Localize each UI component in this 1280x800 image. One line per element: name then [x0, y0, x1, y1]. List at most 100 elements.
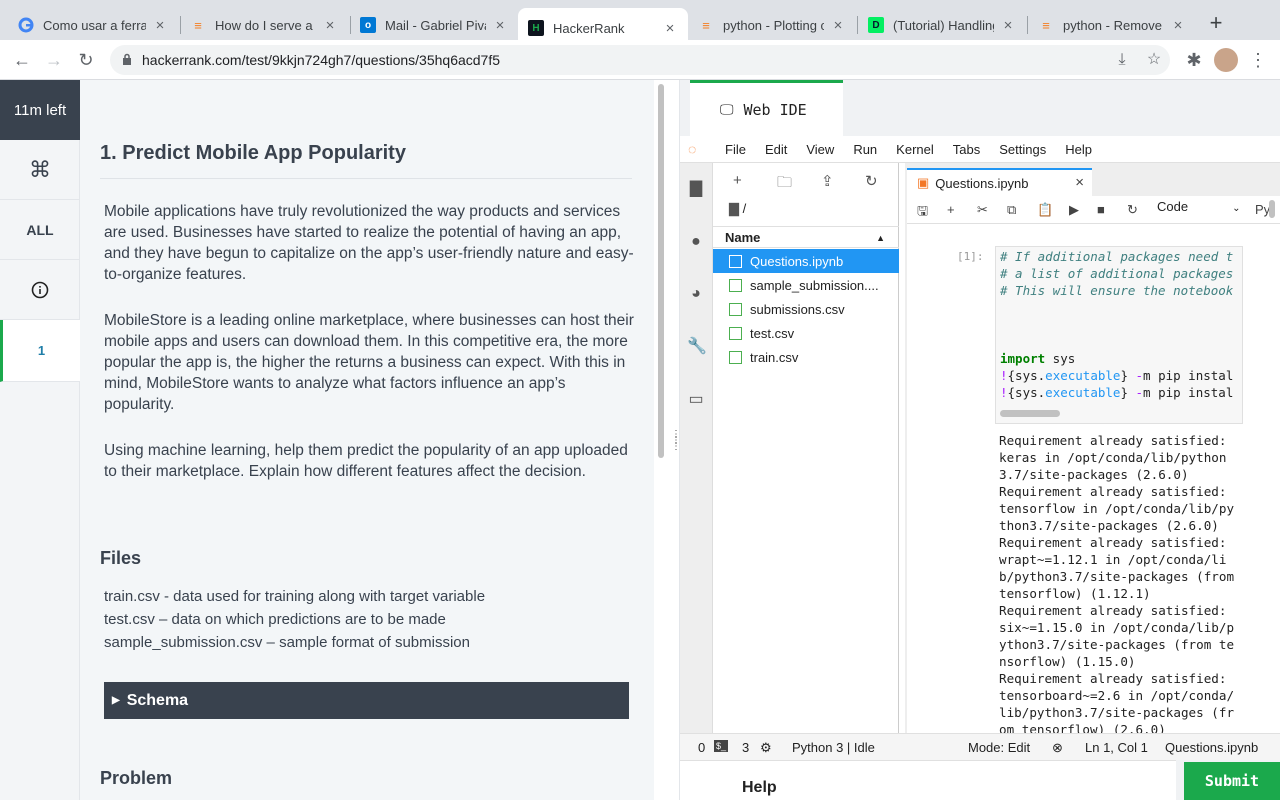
- question-1-button[interactable]: 1: [0, 320, 80, 382]
- tab-web-ide[interactable]: 🖵 Web IDE: [690, 80, 843, 136]
- cell-type-value: Code: [1157, 199, 1189, 214]
- notebook-panel: 🖫 + ✂ ⧉ 📋 ▶ ■ ↻ Code ⌄ Pyt [1]: # If addi…: [907, 196, 1280, 737]
- palette-icon[interactable]: ◕: [687, 285, 705, 303]
- menu-edit[interactable]: Edit: [765, 142, 787, 157]
- tabs-icon[interactable]: ▭: [687, 391, 705, 409]
- jupyter-logo-icon: ◌: [688, 141, 697, 157]
- active-file: Questions.ipynb: [1165, 740, 1259, 755]
- browser-tab[interactable]: ≡ python - Remove c ×: [1028, 8, 1196, 42]
- close-icon[interactable]: ×: [662, 20, 678, 37]
- close-icon[interactable]: ×: [492, 17, 508, 34]
- upload-icon[interactable]: ⇪: [821, 172, 834, 190]
- notebook-toolbar: 🖫 + ✂ ⧉ 📋 ▶ ■ ↻ Code ⌄ Pyt: [907, 196, 1280, 224]
- all-questions-button[interactable]: ALL: [0, 200, 80, 260]
- sort-caret-icon: ▲: [876, 233, 885, 243]
- back-icon[interactable]: ←: [10, 48, 34, 72]
- folder-icon[interactable]: ▇: [687, 180, 705, 198]
- restart-icon[interactable]: ↻: [1127, 202, 1138, 218]
- reload-icon[interactable]: ↻: [74, 48, 98, 72]
- close-icon[interactable]: ×: [1170, 17, 1186, 34]
- scrollbar-thumb[interactable]: [658, 84, 664, 458]
- save-icon[interactable]: 🖫: [917, 202, 928, 224]
- question-rail: 11m left ⌘ ALL 1: [0, 80, 80, 800]
- file-item[interactable]: test.csv: [713, 321, 899, 345]
- status-bar: 0 $_ 3 ⚙ Python 3 | Idle Mode: Edit ⊗ Ln…: [680, 733, 1280, 760]
- new-launcher-icon[interactable]: +: [733, 172, 742, 189]
- browser-tab[interactable]: o Mail - Gabriel Piva ×: [350, 8, 518, 42]
- editor-mode: Mode: Edit: [968, 740, 1031, 755]
- close-icon[interactable]: ×: [1000, 17, 1016, 34]
- file-item[interactable]: Questions.ipynb: [713, 249, 899, 273]
- close-icon[interactable]: ×: [830, 17, 846, 34]
- help-panel[interactable]: Help: [680, 760, 1176, 800]
- question-paragraph: MobileStore is a leading online marketpl…: [104, 312, 634, 413]
- cell-type-select[interactable]: Code ⌄: [1157, 199, 1240, 214]
- menu-file[interactable]: File: [725, 142, 746, 157]
- resize-grip-icon[interactable]: ⋮⋮⋮⋮⋮⋮: [671, 430, 691, 468]
- question-title: 1. Predict Mobile App Popularity: [100, 142, 406, 164]
- browser-toolbar: ← → ↻ hackerrank.com/test/9kkjn724gh7/qu…: [0, 40, 1280, 80]
- submit-button[interactable]: Submit: [1184, 762, 1280, 800]
- file-description: test.csv – data on which predictions are…: [104, 611, 446, 628]
- google-icon: [18, 17, 34, 33]
- kernel-status[interactable]: Python 3 | Idle: [792, 740, 875, 755]
- browser-tab[interactable]: ≡ python - Plotting c ×: [688, 8, 856, 42]
- run-icon[interactable]: ▶: [1069, 202, 1079, 218]
- browser-tab[interactable]: D (Tutorial) Handling ×: [858, 8, 1026, 42]
- trusted-icon[interactable]: ⊗: [1052, 740, 1063, 756]
- file-item[interactable]: sample_submission....: [713, 273, 899, 297]
- file-name: Questions.ipynb: [750, 253, 844, 269]
- scrollbar-thumb[interactable]: [1269, 200, 1275, 218]
- new-folder-icon[interactable]: 🗀: [777, 172, 792, 197]
- stop-icon[interactable]: ■: [1097, 202, 1105, 217]
- datacamp-icon: D: [868, 17, 884, 33]
- running-icon[interactable]: ●: [687, 233, 705, 251]
- horizontal-scrollbar[interactable]: [1000, 410, 1060, 417]
- extensions-icon[interactable]: ✱: [1182, 48, 1206, 72]
- info-icon[interactable]: [0, 260, 80, 320]
- menu-view[interactable]: View: [806, 142, 834, 157]
- code-keyword: import: [1000, 351, 1046, 366]
- code-line: !{sys.executable} -m pip instal: [1000, 385, 1234, 400]
- new-tab-button[interactable]: +: [1204, 12, 1228, 36]
- menu-settings[interactable]: Settings: [999, 142, 1046, 157]
- download-icon[interactable]: ⤓: [1110, 48, 1134, 72]
- notebook-icon: ▣: [917, 175, 930, 190]
- address-bar[interactable]: hackerrank.com/test/9kkjn724gh7/question…: [110, 45, 1170, 75]
- insert-cell-icon[interactable]: +: [947, 202, 955, 217]
- refresh-icon[interactable]: ↻: [865, 172, 878, 190]
- copy-icon[interactable]: ⧉: [1007, 202, 1016, 218]
- forward-icon[interactable]: →: [42, 48, 66, 72]
- menu-help[interactable]: Help: [1065, 142, 1092, 157]
- files-heading: Files: [100, 548, 142, 568]
- close-icon[interactable]: ×: [1075, 174, 1084, 191]
- paste-icon[interactable]: 📋: [1037, 202, 1053, 218]
- column-header[interactable]: Name ▲: [713, 226, 899, 248]
- browser-tab[interactable]: Como usar a ferram ×: [8, 8, 178, 42]
- hackerrank-icon: H: [528, 20, 544, 36]
- wrench-icon[interactable]: 🔧: [687, 338, 707, 356]
- schema-expander[interactable]: ▶ Schema: [104, 682, 629, 719]
- tab-title: HackerRank: [553, 20, 625, 36]
- code-line: !{sys.executable} -m pip instal: [1000, 368, 1234, 383]
- cursor-position[interactable]: Ln 1, Col 1: [1085, 740, 1148, 755]
- cut-icon[interactable]: ✂: [977, 202, 988, 218]
- command-icon[interactable]: ⌘: [0, 140, 80, 200]
- tab-notebook[interactable]: ▣ Questions.ipynb ×: [907, 168, 1092, 196]
- file-item[interactable]: train.csv: [713, 345, 899, 369]
- file-item[interactable]: submissions.csv: [713, 297, 899, 321]
- code-line: # a list of additional packages: [1000, 266, 1234, 281]
- menu-run[interactable]: Run: [853, 142, 877, 157]
- close-icon[interactable]: ×: [322, 17, 338, 34]
- tab-title: (Tutorial) Handling: [893, 17, 994, 33]
- code-cell-editor[interactable]: # If additional packages need t # a list…: [995, 246, 1243, 424]
- menu-kernel[interactable]: Kernel: [896, 142, 934, 157]
- avatar[interactable]: [1214, 48, 1238, 72]
- menu-tabs[interactable]: Tabs: [953, 142, 980, 157]
- close-icon[interactable]: ×: [152, 17, 168, 34]
- menu-kebab-icon[interactable]: ⋮: [1246, 48, 1270, 72]
- bookmark-star-icon[interactable]: ☆: [1142, 48, 1166, 72]
- problem-heading: Problem: [100, 768, 173, 788]
- browser-tab[interactable]: ≡ How do I serve a t ×: [180, 8, 348, 42]
- breadcrumb[interactable]: ▇ /: [729, 201, 746, 217]
